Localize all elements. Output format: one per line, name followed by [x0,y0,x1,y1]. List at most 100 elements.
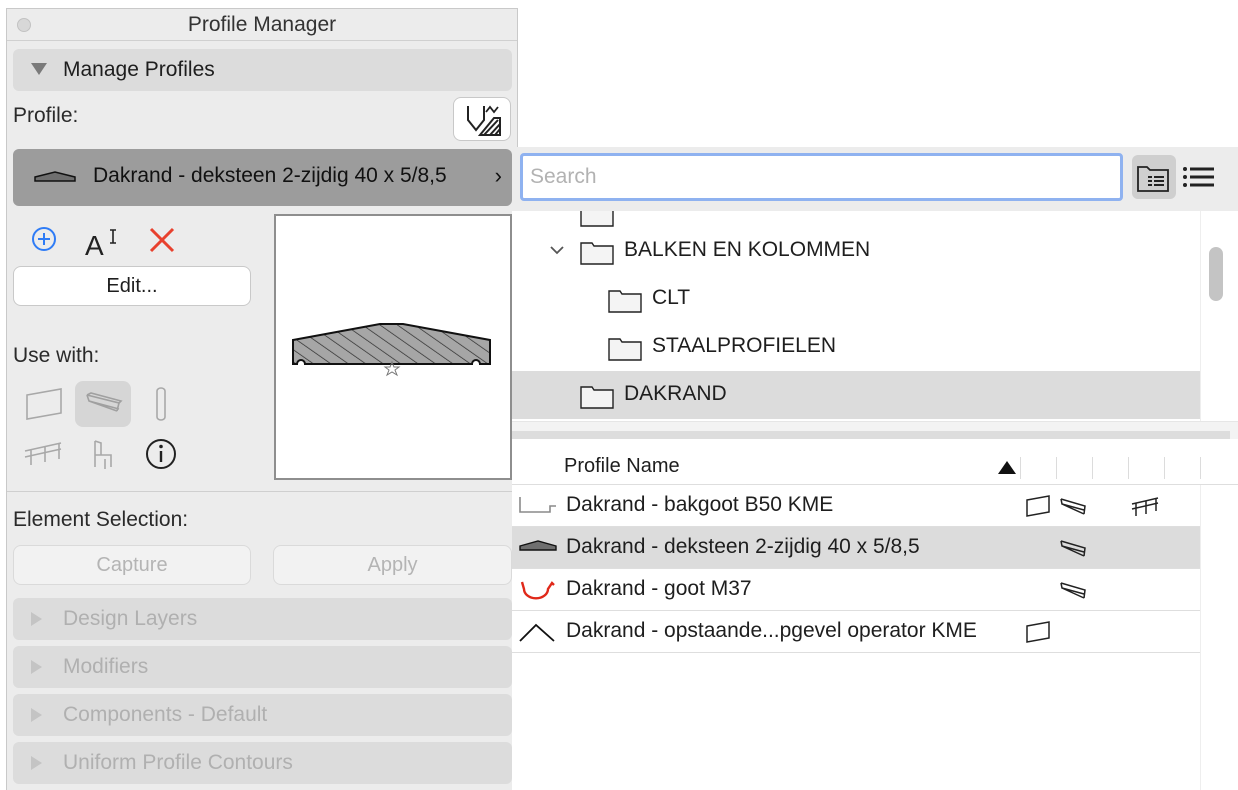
deksteen-profile-icon [519,540,557,551]
beam-icon [86,392,123,412]
list-view-button[interactable] [1176,155,1220,199]
window-title: Profile Manager [187,13,337,36]
edit-button[interactable]: Edit... [13,266,251,306]
capture-button[interactable]: Capture [13,545,251,585]
divider [7,491,517,492]
profile-selector[interactable]: Dakrand - deksteen 2-zijdig 40 x 5/8,5 › [13,149,512,206]
railing-icon [24,442,62,465]
tree-row-balken-en-kolommen[interactable]: BALKEN EN KOLOMMEN [512,227,1200,275]
column-separator [1164,457,1165,479]
wall-icon [1026,495,1050,517]
column-separator [1200,457,1201,479]
beam-icon [1060,582,1086,599]
pane-splitter[interactable] [512,421,1238,439]
use-with-label: Use with: [13,344,100,367]
use-with-beam-button[interactable] [75,381,131,427]
tree-row-staalprofielen[interactable]: STAALPROFIELEN [512,323,1200,371]
railing-icon [1131,497,1159,516]
deksteen-profile-icon [34,171,76,182]
folder-tree: BALKEN EN KOLOMMEN CLT STAALPROFIELEN DA… [512,211,1202,421]
selected-profile-name: Dakrand - deksteen 2-zijdig 40 x 5/8,5 [93,164,447,187]
disclosure-right-icon [31,756,42,770]
tree-item-label: BALKEN EN KOLOMMEN [624,238,871,261]
title-bar: Profile Manager [7,9,517,41]
section-label: Modifiers [63,655,149,678]
folder-icon [580,242,614,265]
profile-tools-icon [467,105,501,136]
profile-row[interactable]: Dakrand - opstaande...pgevel operator KM… [512,611,1200,653]
folder-tree-icon [1137,166,1169,192]
search-input[interactable] [520,153,1123,201]
column-separator [1056,457,1057,479]
bakgoot-profile-icon [519,497,556,513]
uniform-profile-contours-section[interactable]: Uniform Profile Contours [13,742,512,784]
info-icon [146,439,176,469]
use-with-column-button[interactable] [133,381,189,427]
profile-row-name: Dakrand - deksteen 2-zijdig 40 x 5/8,5 [566,535,920,558]
list-header: Profile Name [512,449,1238,485]
delete-x-icon [149,227,175,253]
delete-profile-button[interactable] [143,221,183,261]
profile-row[interactable]: Dakrand - goot M37 [512,569,1200,611]
info-button[interactable] [133,431,189,477]
folder-icon [580,386,614,409]
folder-view-button[interactable] [1132,155,1176,199]
tree-item-label: CLT [652,286,691,309]
profile-browser: BALKEN EN KOLOMMEN CLT STAALPROFIELEN DA… [512,147,1238,790]
section-label: Uniform Profile Contours [63,751,293,774]
profile-row[interactable]: Dakrand - bakgoot B50 KME [512,485,1200,527]
manage-profiles-section[interactable]: Manage Profiles [13,49,512,91]
profile-tools-button[interactable] [453,97,511,141]
opstaande-profile-icon [519,623,555,642]
profile-manager-palette: Profile Manager Manage Profiles Profile:… [6,8,518,790]
splitter-bar [512,431,1230,439]
add-icon [32,227,56,251]
profile-preview-drawing [292,323,491,377]
disclosure-right-icon [31,612,42,626]
section-label: Components - Default [63,703,268,726]
components-section[interactable]: Components - Default [13,694,512,736]
profile-name-column-header[interactable]: Profile Name [564,455,680,478]
list-scrollbar[interactable] [1200,485,1230,790]
list-icon [1183,167,1214,187]
element-selection-label: Element Selection: [13,508,189,531]
use-with-object-button[interactable] [75,431,131,477]
modifiers-section[interactable]: Modifiers [13,646,512,688]
profile-preview [274,214,512,480]
folder-icon [608,290,642,313]
chair-icon [94,440,112,469]
apply-button[interactable]: Apply [273,545,512,585]
add-profile-button[interactable] [25,221,65,261]
search-bar [512,147,1238,211]
profile-row[interactable]: Dakrand - deksteen 2-zijdig 40 x 5/8,5 [512,527,1200,569]
disclosure-down-icon [31,63,47,75]
tree-row-dakrand[interactable]: DAKRAND [512,371,1200,419]
goot-profile-icon [520,581,555,600]
profile-row-name: Dakrand - goot M37 [566,577,752,600]
profile-row-name: Dakrand - opstaande...pgevel operator KM… [566,619,977,642]
manage-profiles-label: Manage Profiles [63,58,215,81]
tree-scrollbar-thumb[interactable] [1209,247,1223,301]
chevron-down-icon[interactable] [548,241,566,259]
beam-icon [1060,540,1086,557]
column-icon [156,387,166,421]
wall-icon [26,388,62,420]
use-with-wall-button[interactable] [17,381,73,427]
profile-row-name: Dakrand - bakgoot B50 KME [566,493,834,516]
column-separator [1128,457,1129,479]
app-root: Profile Manager Manage Profiles Profile:… [0,0,1238,790]
beam-icon [1060,498,1086,515]
chevron-right-icon: › [494,163,502,188]
profile-label: Profile: [13,104,79,127]
tree-item-label: STAALPROFIELEN [652,334,836,357]
tree-scrollbar[interactable] [1200,211,1230,421]
tree-row-clt[interactable]: CLT [512,275,1200,323]
column-separator [1092,457,1093,479]
design-layers-section[interactable]: Design Layers [13,598,512,640]
rename-profile-button[interactable]: A [83,221,123,261]
sort-ascending-icon[interactable] [998,461,1016,474]
column-separator [1020,457,1021,479]
use-with-railing-button[interactable] [17,431,73,477]
svg-text:A: A [85,230,104,261]
wall-icon [1026,621,1050,643]
